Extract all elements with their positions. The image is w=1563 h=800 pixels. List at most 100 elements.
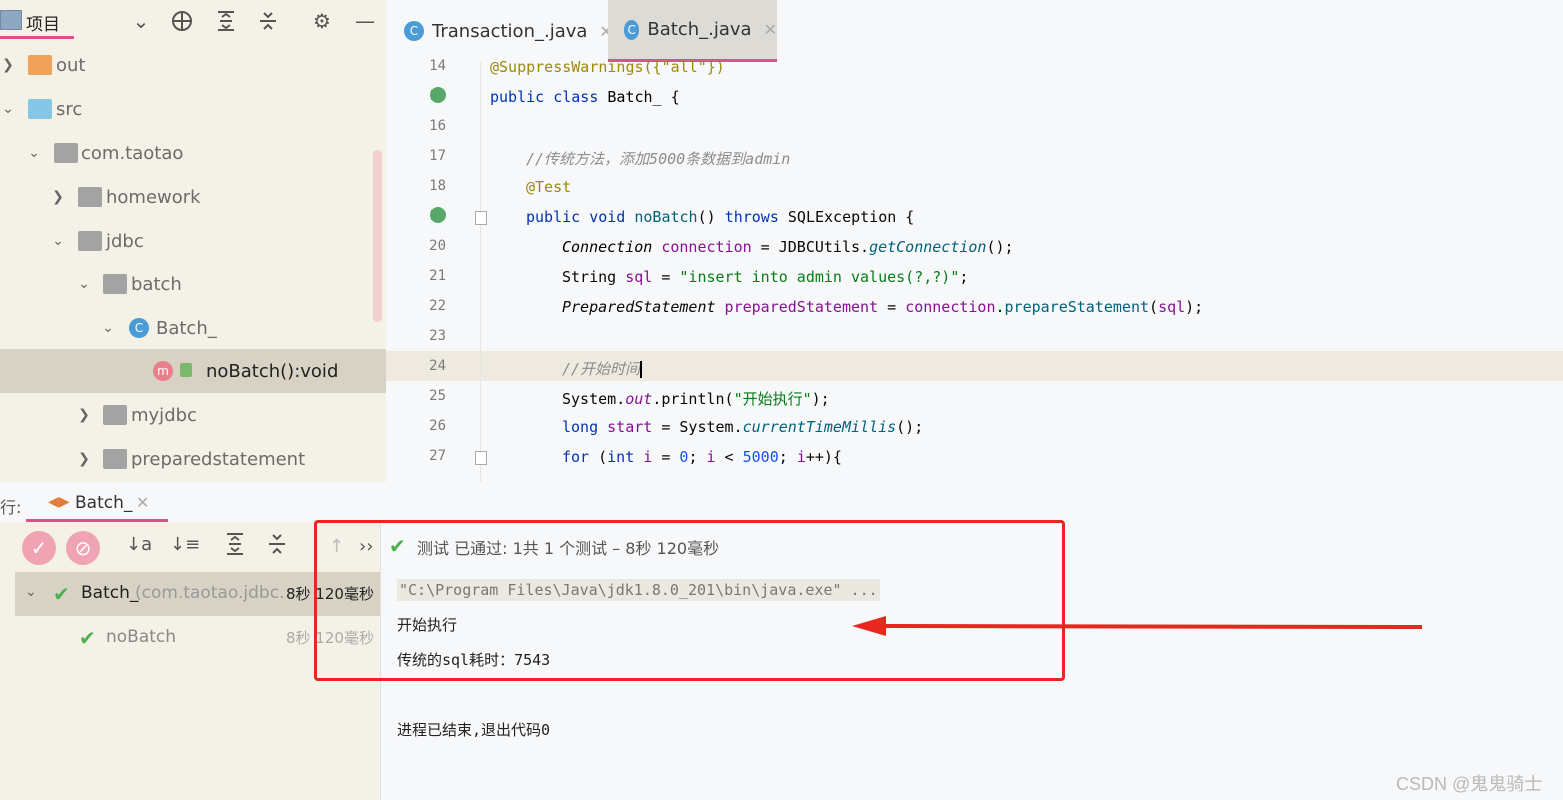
run-test-icon[interactable] <box>430 87 446 103</box>
punct-token: = <box>652 418 680 436</box>
keyword-token: int <box>607 448 644 466</box>
variable-token: i <box>796 448 806 466</box>
variable-token: connection <box>905 298 996 316</box>
code-line-21[interactable]: String sql = "insert into admin values(?… <box>562 268 968 286</box>
tree-item-jdbc[interactable]: ⌄ jdbc <box>0 219 386 263</box>
variable-token: start <box>607 418 653 436</box>
string-token: "开始执行" <box>733 390 812 408</box>
chevron-down-icon[interactable]: ⌄ <box>50 233 66 249</box>
tree-item-nobatch[interactable]: m noBatch():void <box>0 349 386 393</box>
punct-token: ; <box>959 268 969 286</box>
punct-token: ; <box>778 448 797 466</box>
code-line-27[interactable]: for (int i = 0; i < 5000; i++){ <box>562 448 842 466</box>
show-ignored-icon[interactable]: ⊘ <box>66 531 100 565</box>
expand-all-icon[interactable] <box>224 532 248 556</box>
keyword-token: long <box>562 418 608 436</box>
tree-item-out[interactable]: ❯ out <box>0 43 386 87</box>
tree-item-preparedstatement[interactable]: ❯ preparedstatement <box>0 437 386 481</box>
punct-token: . <box>616 390 626 408</box>
chevron-down-icon[interactable]: ⌄ <box>26 145 42 161</box>
project-panel-title[interactable]: 项目 <box>26 10 60 35</box>
chevron-right-icon[interactable]: ❯ <box>50 189 66 205</box>
tree-item-batch[interactable]: ⌄ batch <box>0 262 386 306</box>
punct-token: . <box>860 238 870 256</box>
tree-item-label: out <box>56 54 86 76</box>
code-line-25[interactable]: System.out.println("开始执行"); <box>562 388 830 409</box>
method-name-token: currentTimeMillis <box>742 418 897 436</box>
tab-transaction-java[interactable]: C Transaction_.java ✕ <box>404 0 614 62</box>
chevron-right-icon[interactable]: ❯ <box>76 407 92 423</box>
project-view-icon[interactable] <box>0 10 22 30</box>
tree-item-com-taotao[interactable]: ⌄ com.taotao <box>0 131 386 175</box>
chevron-down-icon[interactable]: ⌄ <box>100 320 116 336</box>
code-line-24[interactable]: //开始时间 <box>562 358 643 379</box>
package-icon <box>78 187 102 207</box>
tree-item-label: Batch_ <box>156 317 217 339</box>
run-tab-label[interactable]: Batch_ <box>75 493 132 513</box>
line-number: 26 <box>429 418 446 434</box>
punct-token: = <box>652 268 680 286</box>
code-line-19[interactable]: public void noBatch() throws SQLExceptio… <box>526 208 914 226</box>
type-token: SQLException <box>787 208 897 226</box>
code-line-22[interactable]: PreparedStatement preparedStatement = co… <box>562 298 1203 316</box>
punct-token: .println( <box>652 390 734 408</box>
run-test-icon[interactable] <box>430 207 446 223</box>
tree-item-src[interactable]: ⌄ src <box>0 87 386 131</box>
test-class-detail: (com.taotao.jdbc.b <box>135 583 285 603</box>
close-icon[interactable]: ✕ <box>136 493 149 512</box>
code-line-15[interactable]: public class Batch_ { <box>490 88 680 106</box>
code-line-20[interactable]: Connection connection = JDBCUtils.getCon… <box>562 238 1014 256</box>
method-name-token: getConnection <box>869 238 987 256</box>
chevron-down-icon[interactable]: ⌄ <box>76 276 92 292</box>
punct-token: ++){ <box>805 448 842 466</box>
type-token: Connection <box>562 238 653 256</box>
tab-label: Batch_.java <box>647 19 752 40</box>
method-name-token: prepareStatement <box>1004 298 1150 316</box>
tree-scrollbar[interactable] <box>373 150 382 322</box>
highlight-box <box>314 520 1065 681</box>
tree-item-myjdbc[interactable]: ❯ myjdbc <box>0 393 386 437</box>
string-token: "insert into admin values(?,?)" <box>679 268 960 286</box>
minimize-icon[interactable]: — <box>352 8 378 34</box>
chevron-right-icon[interactable]: ❯ <box>0 57 16 73</box>
chevron-right-icon[interactable]: ❯ <box>76 451 92 467</box>
line-number: 23 <box>429 328 446 344</box>
run-config-icon: ◀▶ <box>48 494 70 510</box>
fold-marker-icon[interactable] <box>475 451 487 465</box>
sort-duration-icon[interactable]: ↓≡ <box>170 534 200 558</box>
chevron-down-icon[interactable]: ⌄ <box>0 101 16 117</box>
collapse-all-icon[interactable] <box>266 532 290 556</box>
tree-item-batch-class[interactable]: ⌄ C Batch_ <box>0 306 386 350</box>
code-line-26[interactable]: long start = System.currentTimeMillis(); <box>562 418 923 436</box>
tree-item-label: homework <box>106 186 201 208</box>
code-line-14[interactable]: @SuppressWarnings({"all"}) <box>490 58 725 76</box>
punct-token: . <box>733 418 743 436</box>
punct-token: = <box>652 448 680 466</box>
tree-item-label: myjdbc <box>131 404 197 426</box>
collapse-all-icon[interactable] <box>255 8 281 34</box>
chevron-down-icon[interactable]: ⌄ <box>128 8 154 34</box>
close-icon[interactable]: ✕ <box>764 20 777 39</box>
show-passed-icon[interactable]: ✓ <box>22 531 56 565</box>
line-number: 17 <box>429 148 446 164</box>
code-line-18[interactable]: @Test <box>526 178 571 196</box>
tab-batch-java[interactable]: C Batch_.java ✕ <box>608 0 777 62</box>
gear-icon[interactable]: ⚙ <box>309 8 335 34</box>
punct-token: { <box>661 88 680 106</box>
lock-open-icon <box>180 363 192 377</box>
punct-token: ); <box>811 390 830 408</box>
locate-target-icon[interactable] <box>169 8 195 34</box>
tree-item-homework[interactable]: ❯ homework <box>0 175 386 219</box>
punct-token: = <box>878 298 906 316</box>
class-name-token: System <box>679 418 734 436</box>
run-header: 行: ◀▶ Batch_ ✕ <box>0 482 1563 522</box>
line-number: 24 <box>429 358 446 374</box>
chevron-down-icon[interactable]: ⌄ <box>25 584 37 600</box>
code-line-17[interactable]: //传统方法，添加5000条数据到admin <box>526 148 790 169</box>
variable-token: connection <box>652 238 752 256</box>
expand-all-icon[interactable] <box>213 8 239 34</box>
folder-orange-icon <box>28 55 52 75</box>
console-line: 进程已结束,退出代码0 <box>397 721 551 739</box>
fold-marker-icon[interactable] <box>475 211 487 225</box>
sort-alpha-icon[interactable]: ↓a <box>126 534 152 558</box>
